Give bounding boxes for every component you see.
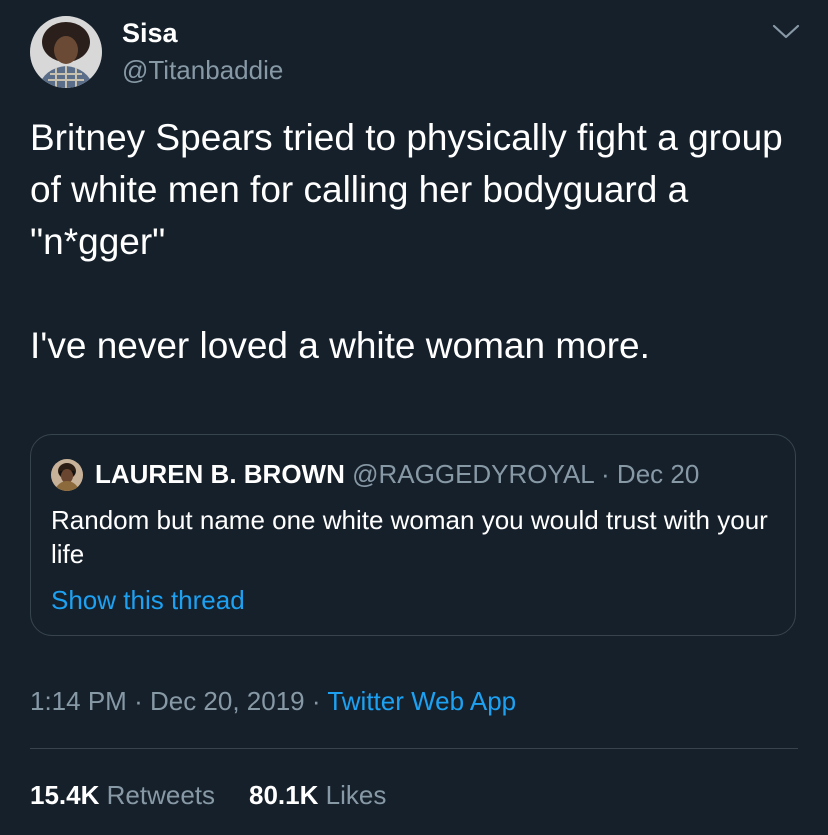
chevron-down-icon[interactable] (768, 20, 804, 44)
quoted-tweet-date[interactable]: Dec 20 (617, 459, 699, 489)
tweet-date[interactable]: Dec 20, 2019 (150, 686, 305, 716)
tweet-stats: 15.4K Retweets 80.1K Likes (30, 778, 386, 812)
retweets-label: Retweets (106, 780, 216, 810)
retweets-stat[interactable]: 15.4K Retweets (30, 780, 215, 810)
separator-dot: · (601, 459, 610, 489)
quoted-tweet-header: LAUREN B. BROWN @RAGGEDYROYAL · Dec 20 (95, 457, 699, 491)
tweet: Sisa @Titanbaddie Britney Spears tried t… (0, 0, 828, 835)
author-avatar[interactable] (30, 16, 102, 88)
likes-count: 80.1K (249, 780, 319, 810)
quoted-author-handle[interactable]: @RAGGEDYROYAL (352, 459, 594, 489)
author-display-name[interactable]: Sisa (122, 16, 178, 50)
show-thread-link[interactable]: Show this thread (51, 583, 245, 617)
tweet-meta: 1:14 PM · Dec 20, 2019 · Twitter Web App (30, 684, 516, 718)
author-handle[interactable]: @Titanbaddie (122, 54, 283, 86)
tweet-body: Britney Spears tried to physically fight… (30, 112, 800, 372)
tweet-time[interactable]: 1:14 PM (30, 686, 127, 716)
likes-label: Likes (325, 780, 387, 810)
tweet-paragraph: I've never loved a white woman more. (30, 325, 650, 366)
tweet-paragraph: Britney Spears tried to physically fight… (30, 117, 783, 262)
separator-dot: · (311, 686, 321, 716)
quoted-tweet[interactable]: LAUREN B. BROWN @RAGGEDYROYAL · Dec 20 R… (30, 434, 796, 636)
quoted-author-name[interactable]: LAUREN B. BROWN (95, 459, 345, 489)
avatar-image (51, 459, 83, 491)
quoted-author-avatar (51, 459, 83, 491)
quoted-tweet-text: Random but name one white woman you woul… (51, 505, 768, 569)
tweet-source-link[interactable]: Twitter Web App (327, 686, 516, 716)
divider (30, 748, 798, 749)
avatar-image (30, 16, 102, 88)
likes-stat[interactable]: 80.1K Likes (249, 780, 386, 810)
separator-dot: · (134, 686, 143, 716)
retweets-count: 15.4K (30, 780, 100, 810)
